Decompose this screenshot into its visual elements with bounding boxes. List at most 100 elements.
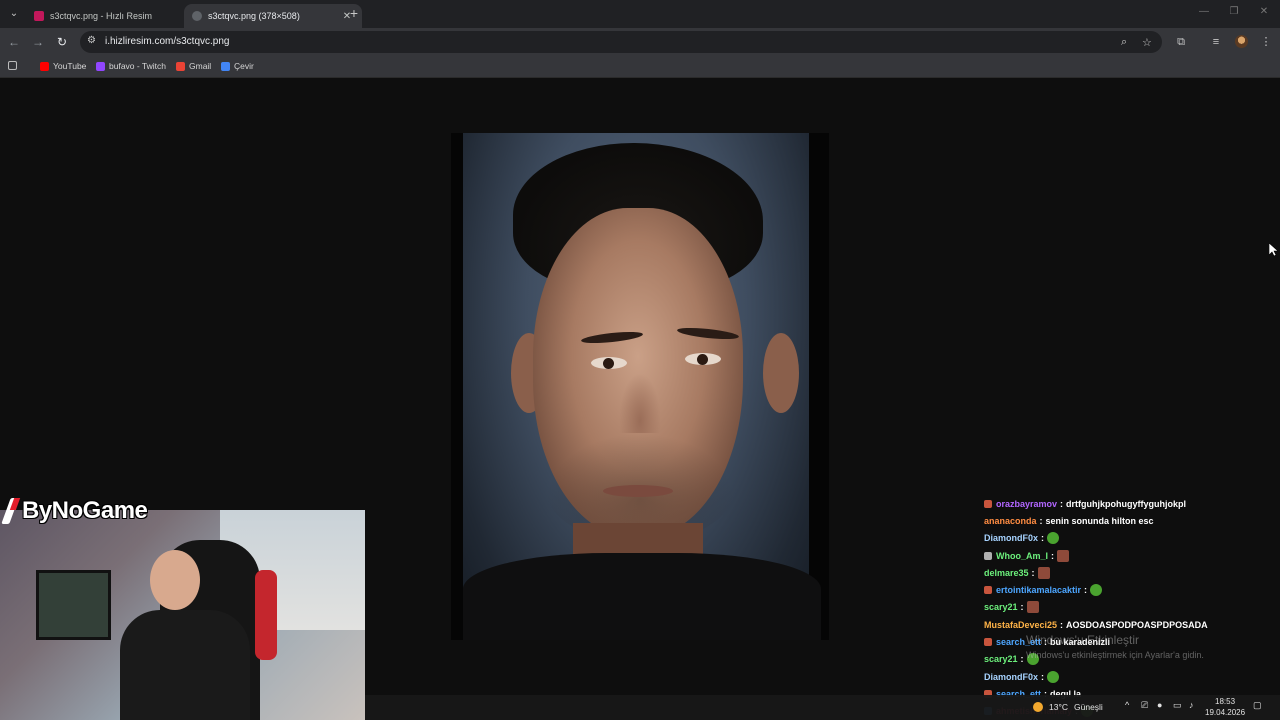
chat-message: ananaconda: senin sonunda hilton esc [984,512,1264,529]
apps-icon[interactable] [8,61,21,70]
chat-separator: : [1041,671,1045,682]
chat-username[interactable]: DiamondF0x [984,672,1038,682]
chat-badge-icon [984,638,992,647]
chat-separator: : [1051,550,1055,561]
chat-username[interactable]: orazbayramov [996,499,1057,509]
photo-nose [619,373,661,433]
pepe-emote-icon [1047,532,1060,545]
tab-search-button[interactable]: ⌄ [6,6,22,22]
tab-title: s3ctqvc.png (378×508) [208,11,300,21]
chat-message: ertointikamalacaktir: [984,581,1264,598]
menu-icon[interactable]: ⋮ [1258,34,1274,50]
chat-message: Whoo_Am_I: [984,547,1264,564]
kek-emote-icon [1057,549,1070,562]
chat-separator: : [1031,567,1035,578]
restore-button[interactable]: ❐ [1226,6,1242,17]
volume-icon[interactable]: ♪ [1189,700,1194,710]
channel-logo-mark [0,496,22,526]
twitch-icon [96,61,105,71]
microphone-icon[interactable]: ● [1157,700,1162,710]
tab-image[interactable]: s3ctqvc.png (378×508) ✕ [184,4,362,28]
chat-separator: : [1084,585,1088,596]
tab-hizli-resim[interactable]: s3ctqvc.png - Hızlı Resim ✕ [26,4,204,28]
chat-separator: : [1020,654,1024,665]
portrait-image[interactable] [451,133,829,640]
new-tab-button[interactable]: + [346,6,362,20]
channel-logo: ByNoGame [0,496,148,526]
chat-separator: : [1060,619,1064,630]
weather-temp: 13°C [1049,702,1068,712]
bookmark-label: bufavo - Twitch [109,61,167,71]
bookmark-star-icon[interactable]: ☆ [1142,36,1152,49]
minimize-button[interactable]: — [1196,6,1212,17]
chat-badge-icon [984,499,992,508]
forward-button[interactable]: → [30,34,46,50]
chat-message: MustafaDeveci25: AOSDOASPODPOASPDPOSADA [984,616,1264,633]
bookmark-youtube[interactable]: YouTube [40,61,86,71]
capture-icon[interactable]: ⎚ [1141,700,1148,711]
activation-title: Windows'u Etkinleştir [1026,633,1139,647]
reload-button[interactable]: ↻ [54,34,70,50]
pepe-emote-icon [1090,584,1103,597]
chat-text: senin sonunda hilton esc [1045,515,1154,526]
activation-subtitle: Windows'u etkinleştirmek için Ayarlar'a … [1026,650,1204,660]
system-clock[interactable]: 18:53 19.04.2026 [1205,696,1245,718]
chat-overlay: orazbayramov: drtfguhjkpohugyffyguhjokpl a… [984,495,1264,720]
site-info-icon[interactable]: ⚙ [87,35,96,46]
address-bar[interactable]: ⚙ ⌕ ☆ [80,31,1162,53]
gmail-icon [176,61,185,71]
chat-username[interactable]: delmare35 [984,568,1029,578]
media-control-icon[interactable]: ≡ [1208,34,1224,50]
chat-username[interactable]: Whoo_Am_I [996,551,1048,561]
kek-emote-icon [1026,601,1039,614]
clock-date: 19.04.2026 [1205,708,1246,717]
chat-username[interactable]: DiamondF0x [984,533,1038,543]
mouse-cursor-icon [1269,243,1278,257]
photo-shirt [463,553,821,640]
channel-name: ByNoGame [22,497,148,524]
sun-icon [1033,702,1043,712]
chat-separator: : [1060,498,1064,509]
chat-username[interactable]: scary21 [984,602,1018,612]
bookmark-twitch[interactable]: bufavo - Twitch [96,61,166,71]
tab-strip: ⌄ s3ctqvc.png - Hızlı Resim ✕ s3ctqvc.pn… [0,0,1280,28]
translate-icon [221,61,230,71]
clock-time: 18:53 [1215,697,1236,706]
chat-username[interactable]: MustafaDeveci25 [984,620,1057,630]
bookmark-gmail[interactable]: Gmail [176,61,211,71]
url-input[interactable] [105,36,1005,47]
microphone [255,570,277,660]
chat-username[interactable]: scary21 [984,654,1018,664]
photo-mouth [603,485,673,497]
chat-username[interactable]: ananaconda [984,516,1037,526]
network-icon[interactable]: ▭ [1173,700,1182,711]
chat-username[interactable]: ertointikamalacaktir [996,585,1081,595]
close-window-button[interactable]: ✕ [1256,6,1272,17]
weather-widget[interactable]: 13°C Güneşli [1033,702,1103,712]
bookmarks-bar: YouTube bufavo - Twitch Gmail Çevir [0,56,1280,78]
bookmark-label: Çevir [234,61,254,71]
zoom-icon[interactable]: ⌕ [1121,36,1127,49]
chat-separator: : [1039,515,1043,526]
chat-message: orazbayramov: drtfguhjkpohugyffyguhjokpl [984,495,1264,512]
youtube-icon [40,61,49,71]
chat-text: drtfguhjkpohugyffyguhjokpl [1066,498,1187,509]
chat-separator: : [1041,533,1045,544]
photo-background [463,133,821,640]
webcam-streamer-body [120,610,250,720]
chat-badge-icon [984,586,992,595]
bookmark-translate[interactable]: Çevir [221,61,254,71]
extensions-icon[interactable]: ⧉ [1173,34,1189,50]
chat-message: DiamondF0x: [984,668,1264,685]
back-button[interactable]: ← [6,34,22,50]
notifications-icon[interactable]: ▢ [1253,700,1262,711]
pepe-emote-icon [1047,670,1060,683]
profile-avatar[interactable] [1235,35,1248,48]
webcam-monitor [36,570,111,640]
webcam-overlay [0,510,365,720]
chat-message: delmare35: [984,564,1264,581]
taskbar: 13°C Güneşli ^ ⎚ ● ▭ ♪ 18:53 19.04.2026 … [365,695,1280,720]
kek-emote-icon [1037,566,1050,579]
show-hidden-icons-icon[interactable]: ^ [1125,700,1129,710]
photo-ear [763,333,799,413]
